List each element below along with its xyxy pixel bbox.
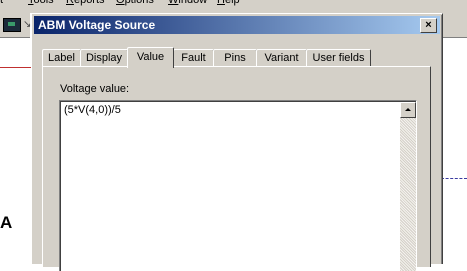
screen-icon[interactable] <box>3 18 21 32</box>
dialog-title: ABM Voltage Source <box>38 18 156 32</box>
toolbar: ↘ <box>0 13 31 38</box>
tab-display[interactable]: Display <box>80 49 128 66</box>
tab-fault[interactable]: Fault <box>173 49 214 66</box>
menu-item-edit[interactable]: t <box>0 0 3 6</box>
dialog-titlebar[interactable]: ABM Voltage Source × <box>34 16 440 34</box>
voltage-value-text[interactable]: (5*V(4,0))/5 <box>64 104 121 116</box>
menu-item-help[interactable]: Help <box>217 0 240 6</box>
tab-pins[interactable]: Pins <box>213 49 257 66</box>
schematic-label: A <box>0 213 13 232</box>
menu-item-reports[interactable]: Reports <box>66 0 105 6</box>
menu-item-tools[interactable]: Tools <box>28 0 54 6</box>
scroll-up-icon[interactable] <box>400 102 416 118</box>
tab-label[interactable]: Label <box>42 49 81 66</box>
value-tab-panel: Voltage value: (5*V(4,0))/5 <box>42 66 431 271</box>
schematic-wire <box>0 67 31 68</box>
menu-item-options[interactable]: Options <box>116 0 154 6</box>
close-button[interactable]: × <box>420 18 437 33</box>
voltage-value-label: Voltage value: <box>60 83 130 95</box>
abm-voltage-source-dialog: ABM Voltage Source × Label Display Value… <box>31 13 443 271</box>
schematic-dashed-wire <box>441 178 467 179</box>
menu-bar: t Tools Reports Options Window Help <box>0 0 467 13</box>
vertical-scrollbar[interactable] <box>400 102 416 271</box>
tab-variant[interactable]: Variant <box>256 49 307 66</box>
tab-user-fields[interactable]: User fields <box>306 49 371 66</box>
voltage-value-textarea[interactable]: (5*V(4,0))/5 <box>59 100 417 271</box>
menu-item-window[interactable]: Window <box>168 0 207 6</box>
tab-value[interactable]: Value <box>127 47 174 68</box>
